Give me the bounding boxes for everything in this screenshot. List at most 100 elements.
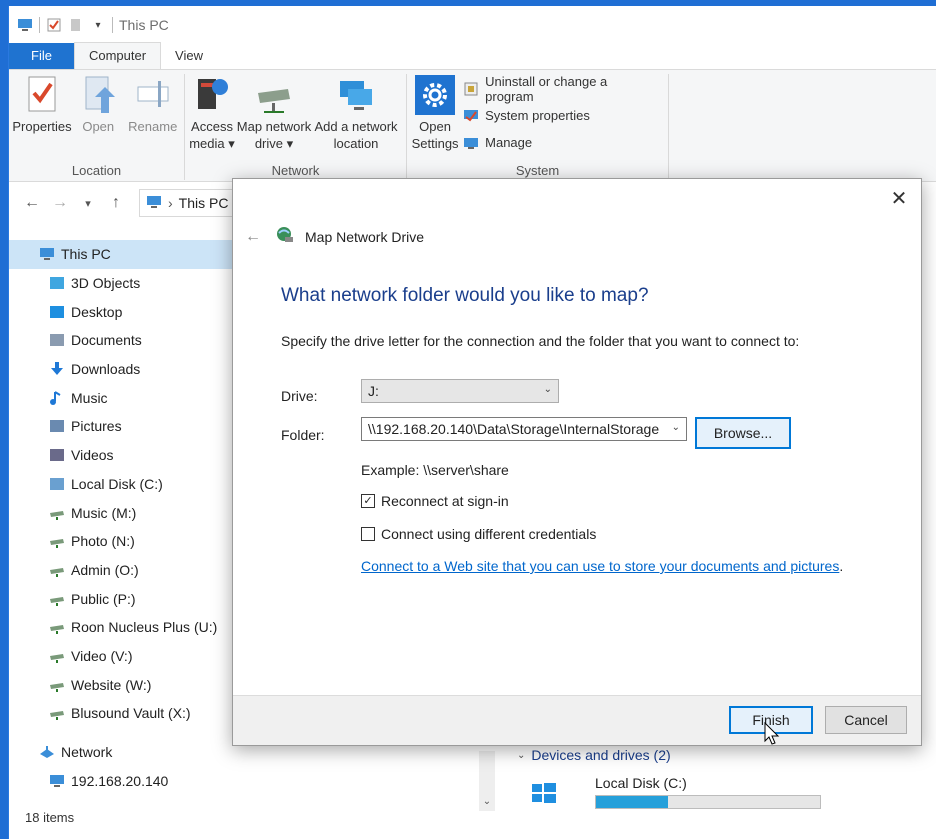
nav-label: Network xyxy=(61,744,113,761)
title-bar: ▾ This PC xyxy=(9,6,936,44)
nav-label: Music xyxy=(71,389,108,406)
pictures-icon xyxy=(49,419,65,433)
window-title: This PC xyxy=(119,17,169,33)
network-drive-icon xyxy=(49,649,65,663)
nav-item-network-host[interactable]: 192.168.20.140 xyxy=(9,766,241,795)
map-network-drive-dialog: ✕ ← Map Network Drive What network folde… xyxy=(232,178,922,746)
system-properties-label: System properties xyxy=(485,108,590,123)
reconnect-option[interactable]: ✓ Reconnect at sign-in xyxy=(361,493,509,509)
nav-item[interactable]: Local Disk (C:) xyxy=(9,470,241,499)
link-period: . xyxy=(839,558,844,574)
dialog-footer: Finish Cancel xyxy=(233,695,921,745)
nav-item[interactable]: Desktop xyxy=(9,297,241,326)
nav-item[interactable]: Video (V:) xyxy=(9,642,241,671)
forward-arrow-icon[interactable]: → xyxy=(51,194,69,212)
tab-computer[interactable]: Computer xyxy=(73,42,162,69)
videos-icon xyxy=(49,448,65,462)
system-group: Open Settings Uninstall or change a prog… xyxy=(407,74,669,180)
reconnect-checkbox[interactable]: ✓ xyxy=(361,494,375,508)
this-pc-icon[interactable] xyxy=(17,17,33,33)
collapse-chevron-icon: ⌄ xyxy=(517,749,526,761)
add-network-location-label-2: location xyxy=(333,136,379,151)
nav-item[interactable]: Videos xyxy=(9,441,241,470)
nav-item-network[interactable]: Network xyxy=(9,738,241,767)
map-network-drive-label-2: drive ▾ xyxy=(254,136,294,151)
back-arrow-icon[interactable]: ← xyxy=(245,228,265,246)
nav-item[interactable]: 3D Objects xyxy=(9,269,241,298)
map-network-drive-label-1: Map network xyxy=(236,119,312,134)
computer-icon xyxy=(49,774,65,788)
different-credentials-label[interactable]: Connect using different credentials xyxy=(381,526,596,542)
nav-label: Desktop xyxy=(71,303,123,320)
nav-label: 192.168.20.140 xyxy=(71,772,169,789)
up-arrow-icon[interactable]: ↑ xyxy=(107,194,125,212)
nav-item[interactable]: Admin (O:) xyxy=(9,556,241,585)
nav-item[interactable]: Website (W:) xyxy=(9,670,241,699)
nav-label: Downloads xyxy=(71,361,141,378)
devices-section-label: Devices and drives (2) xyxy=(531,747,671,763)
music-icon xyxy=(49,390,65,405)
downloads-icon xyxy=(49,362,65,376)
manage-button[interactable]: Manage xyxy=(463,132,652,153)
nav-item[interactable]: Public (P:) xyxy=(9,584,241,613)
devices-section-header[interactable]: ⌄ Devices and drives (2) xyxy=(517,747,671,763)
chevron-down-icon[interactable]: ⌄ xyxy=(672,422,680,433)
tab-file[interactable]: File xyxy=(9,43,74,69)
uninstall-label: Uninstall or change a program xyxy=(485,73,608,104)
back-arrow-icon[interactable]: ← xyxy=(23,194,41,212)
dialog-header: ← Map Network Drive xyxy=(245,225,424,248)
new-folder-quick-icon[interactable] xyxy=(68,17,84,33)
nav-item[interactable]: Pictures xyxy=(9,412,241,441)
nav-item[interactable]: Photo (N:) xyxy=(9,527,241,556)
separator xyxy=(39,17,40,33)
folder-path-combobox[interactable]: \\192.168.20.140\Data\Storage\InternalSt… xyxy=(361,417,687,441)
reconnect-label[interactable]: Reconnect at sign-in xyxy=(381,493,509,509)
windows-drive-icon xyxy=(531,781,559,810)
open-settings-label-1: Open xyxy=(419,119,451,134)
rename-icon xyxy=(133,74,173,116)
properties-quick-icon[interactable] xyxy=(46,17,62,33)
recent-locations-chevron-icon[interactable]: ▾ xyxy=(79,197,97,210)
nav-item[interactable]: Downloads xyxy=(9,355,241,384)
network-drive-icon xyxy=(49,678,65,692)
web-site-link-text[interactable]: Connect to a Web site that you can use t… xyxy=(361,558,839,574)
tab-view[interactable]: View xyxy=(161,43,217,69)
breadcrumb-chevron-icon[interactable]: › xyxy=(168,195,173,211)
nav-item[interactable]: Music (M:) xyxy=(9,498,241,527)
nav-item[interactable]: Blusound Vault (X:) xyxy=(9,699,241,728)
nav-item-this-pc[interactable]: This PC xyxy=(9,240,241,269)
close-icon[interactable]: ✕ xyxy=(889,189,909,209)
drive-usage-bar xyxy=(595,795,821,809)
add-network-location-label-1: Add a network xyxy=(314,119,398,134)
nav-label: Video (V:) xyxy=(71,647,133,664)
network-drive-icon xyxy=(49,620,65,635)
nav-label: Website (W:) xyxy=(71,676,152,693)
breadcrumb-this-pc[interactable]: This PC xyxy=(179,195,229,211)
location-group: Properties Open Rename Location xyxy=(9,74,185,180)
access-media-label-1: Access xyxy=(191,119,233,134)
drive-label: Drive: xyxy=(281,388,318,404)
manage-icon xyxy=(463,135,479,151)
location-group-label: Location xyxy=(71,163,122,178)
different-credentials-checkbox[interactable] xyxy=(361,527,375,541)
nav-item-list: 3D Objects Desktop Documents Downloads Music… xyxy=(9,269,241,728)
manage-label: Manage xyxy=(485,135,533,150)
web-site-link[interactable]: Connect to a Web site that you can use t… xyxy=(361,558,843,574)
local-disk-label[interactable]: Local Disk (C:) xyxy=(595,775,687,791)
browse-button[interactable]: Browse... xyxy=(695,417,791,449)
address-bar[interactable]: › This PC xyxy=(139,189,239,217)
drive-letter-select[interactable]: J: ⌄ xyxy=(361,379,559,403)
customize-dropdown-icon[interactable]: ▾ xyxy=(90,17,106,33)
system-properties-button[interactable]: System properties xyxy=(463,105,652,126)
access-media-label-2: media ▾ xyxy=(189,136,235,151)
uninstall-program-button[interactable]: Uninstall or change a program xyxy=(463,74,652,104)
properties-label: Properties xyxy=(12,119,72,134)
nav-item[interactable]: Music xyxy=(9,383,241,412)
different-credentials-option[interactable]: Connect using different credentials xyxy=(361,526,596,542)
nav-item[interactable]: Documents xyxy=(9,326,241,355)
nav-label: This PC xyxy=(61,246,111,263)
nav-item[interactable]: Roon Nucleus Plus (U:) xyxy=(9,613,241,642)
nav-label: Pictures xyxy=(71,418,122,435)
settings-gear-icon xyxy=(415,74,456,116)
cancel-button[interactable]: Cancel xyxy=(825,706,907,734)
